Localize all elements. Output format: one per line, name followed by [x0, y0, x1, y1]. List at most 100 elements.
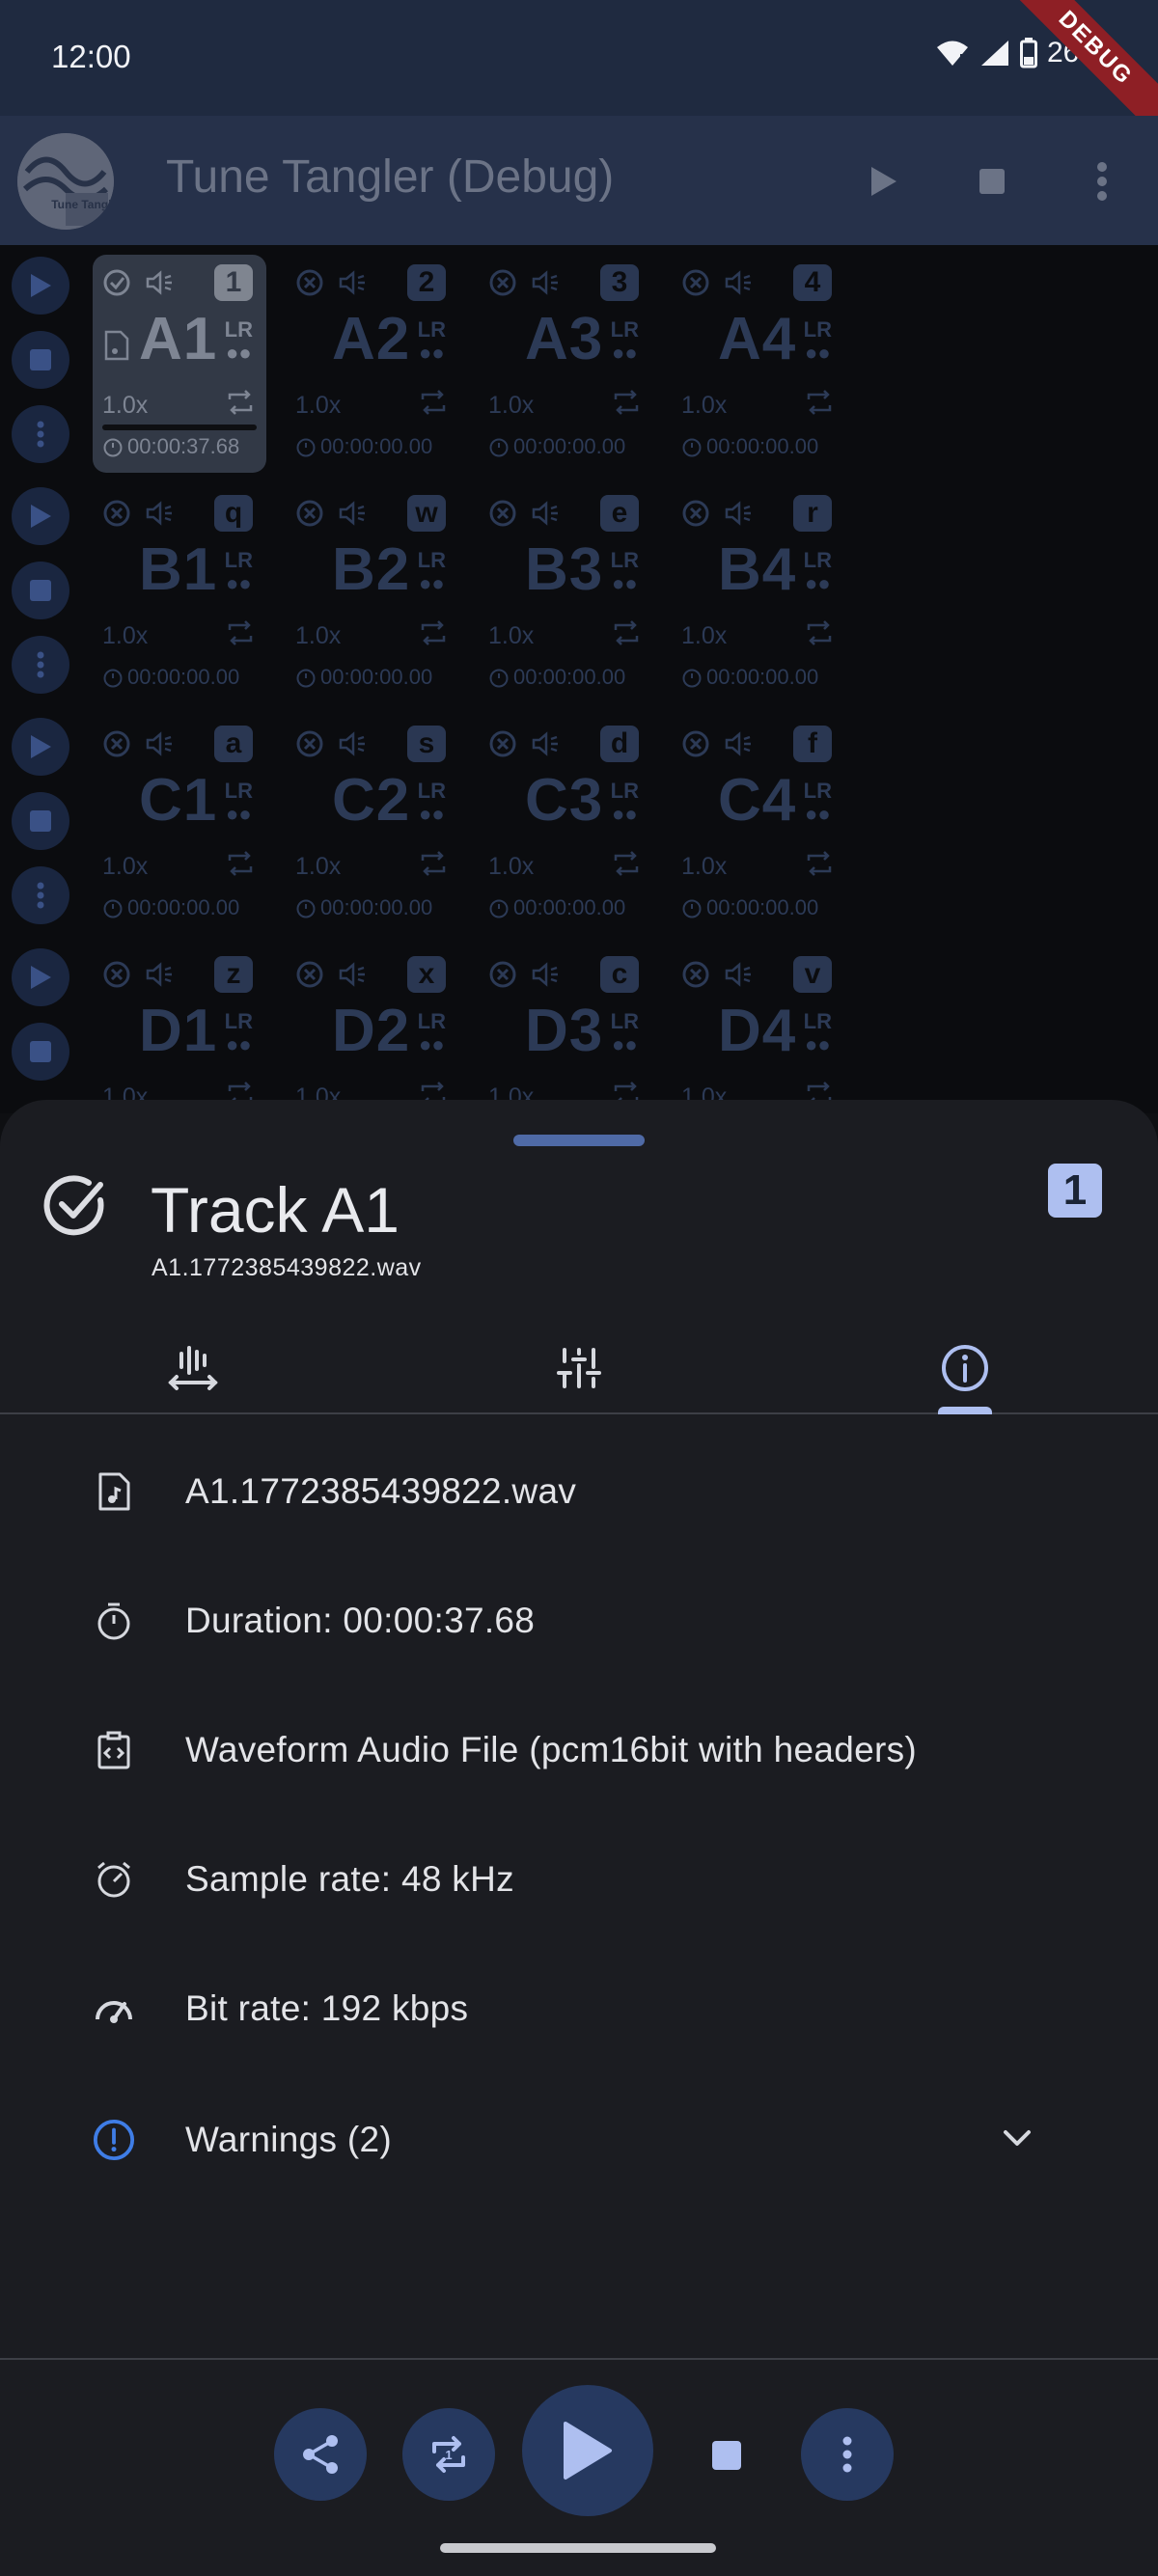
track-cell[interactable]: 4 A4 LR ●● 1.0x 00:00:00.00 — [672, 255, 845, 473]
track-cell[interactable]: 3 A3 LR ●● 1.0x 00:00:00.00 — [479, 255, 652, 473]
unchecked-circle-icon[interactable] — [488, 268, 517, 297]
volume-icon[interactable] — [724, 729, 755, 758]
track-cell[interactable]: r B4 LR ●● 1.0x 00:00:00.00 — [672, 485, 845, 703]
row-stop-button[interactable] — [12, 562, 69, 619]
cell-channel-label[interactable]: LR ●● — [225, 549, 253, 595]
unchecked-circle-icon[interactable] — [681, 268, 710, 297]
overflow-menu-button[interactable] — [1075, 154, 1129, 208]
volume-icon[interactable] — [145, 499, 176, 528]
cell-channel-label[interactable]: LR ●● — [225, 1010, 253, 1056]
track-cell[interactable]: d C3 LR ●● 1.0x 00:00:00.00 — [479, 716, 652, 934]
row-stop-button[interactable] — [12, 331, 69, 389]
track-cell[interactable]: c D3 LR ●● 1.0x — [479, 946, 652, 1113]
share-button[interactable] — [274, 2408, 367, 2501]
loop-icon[interactable] — [805, 620, 834, 650]
unchecked-circle-icon[interactable] — [102, 729, 131, 758]
tab-info[interactable] — [772, 1322, 1158, 1414]
volume-icon[interactable] — [531, 729, 562, 758]
loop-icon[interactable] — [612, 851, 641, 881]
volume-icon[interactable] — [145, 729, 176, 758]
loop-icon[interactable] — [419, 851, 448, 881]
row-stop-button[interactable] — [12, 1023, 69, 1081]
loop-icon[interactable] — [612, 620, 641, 650]
cell-channel-label[interactable]: LR ●● — [611, 318, 639, 365]
track-cell[interactable]: a C1 LR ●● 1.0x 00:00:00.00 — [93, 716, 266, 934]
loop-icon[interactable] — [805, 390, 834, 420]
row-stop-button[interactable] — [12, 792, 69, 850]
unchecked-circle-icon[interactable] — [295, 729, 324, 758]
cell-channel-label[interactable]: LR ●● — [804, 318, 832, 365]
unchecked-circle-icon[interactable] — [488, 729, 517, 758]
track-cell[interactable]: f C4 LR ●● 1.0x 00:00:00.00 — [672, 716, 845, 934]
loop-icon[interactable] — [419, 620, 448, 650]
cell-channel-label[interactable]: LR ●● — [611, 780, 639, 826]
volume-icon[interactable] — [338, 960, 369, 989]
track-cell[interactable]: e B3 LR ●● 1.0x 00:00:00.00 — [479, 485, 652, 703]
volume-icon[interactable] — [338, 499, 369, 528]
unchecked-circle-icon[interactable] — [681, 960, 710, 989]
cell-channel-label[interactable]: LR ●● — [804, 549, 832, 595]
volume-icon[interactable] — [724, 499, 755, 528]
cell-channel-label[interactable]: LR ●● — [418, 549, 446, 595]
unchecked-circle-icon[interactable] — [295, 499, 324, 528]
cell-channel-label[interactable]: LR ●● — [804, 780, 832, 826]
track-cell[interactable]: w B2 LR ●● 1.0x 00:00:00.00 — [286, 485, 459, 703]
loop-icon[interactable] — [226, 851, 255, 881]
warnings-expander[interactable]: Warnings (2) — [0, 2101, 1158, 2179]
cell-channel-label[interactable]: LR ●● — [804, 1010, 832, 1056]
track-cell[interactable]: 1 A1 LR ●● 1.0x 00:00:37.68 — [93, 255, 266, 473]
volume-icon[interactable] — [724, 268, 755, 297]
track-cell[interactable]: x D2 LR ●● 1.0x — [286, 946, 459, 1113]
repeat-one-button[interactable]: 1 — [402, 2408, 495, 2501]
row-menu-button[interactable] — [12, 866, 69, 924]
track-selected-check[interactable] — [41, 1171, 110, 1246]
unchecked-circle-icon[interactable] — [102, 499, 131, 528]
volume-icon[interactable] — [145, 960, 176, 989]
row-play-button[interactable] — [12, 257, 69, 315]
row-play-button[interactable] — [12, 487, 69, 545]
track-cell[interactable]: 2 A2 LR ●● 1.0x 00:00:00.00 — [286, 255, 459, 473]
stop-button[interactable] — [712, 2441, 741, 2470]
loop-icon[interactable] — [226, 390, 255, 420]
cell-channel-label[interactable]: LR ●● — [418, 780, 446, 826]
volume-icon[interactable] — [338, 729, 369, 758]
volume-icon[interactable] — [531, 268, 562, 297]
more-options-button[interactable] — [801, 2408, 894, 2501]
cell-channel-label[interactable]: LR ●● — [418, 1010, 446, 1056]
play-all-button[interactable] — [857, 154, 911, 208]
tab-trim[interactable] — [0, 1322, 386, 1414]
unchecked-circle-icon[interactable] — [102, 960, 131, 989]
unchecked-circle-icon[interactable] — [295, 960, 324, 989]
unchecked-circle-icon[interactable] — [488, 499, 517, 528]
track-cell[interactable]: v D4 LR ●● 1.0x — [672, 946, 845, 1113]
stop-all-button[interactable] — [965, 154, 1019, 208]
track-cell[interactable]: z D1 LR ●● 1.0x — [93, 946, 266, 1113]
tab-effects[interactable] — [386, 1322, 772, 1414]
play-button[interactable] — [522, 2385, 653, 2516]
cell-channel-label[interactable]: LR ●● — [418, 318, 446, 365]
row-menu-button[interactable] — [12, 405, 69, 463]
unchecked-circle-icon[interactable] — [681, 729, 710, 758]
row-play-button[interactable] — [12, 718, 69, 776]
track-cell[interactable]: s C2 LR ●● 1.0x 00:00:00.00 — [286, 716, 459, 934]
unchecked-circle-icon[interactable] — [488, 960, 517, 989]
chevron-down-icon[interactable] — [1000, 2126, 1034, 2154]
gesture-navigation-bar[interactable] — [440, 2543, 716, 2553]
row-menu-button[interactable] — [12, 636, 69, 694]
unchecked-circle-icon[interactable] — [295, 268, 324, 297]
volume-icon[interactable] — [338, 268, 369, 297]
loop-icon[interactable] — [226, 620, 255, 650]
track-cell[interactable]: q B1 LR ●● 1.0x 00:00:00.00 — [93, 485, 266, 703]
row-play-button[interactable] — [12, 948, 69, 1006]
cell-channel-label[interactable]: LR ●● — [225, 318, 253, 365]
loop-icon[interactable] — [419, 390, 448, 420]
cell-channel-label[interactable]: LR ●● — [225, 780, 253, 826]
volume-icon[interactable] — [531, 499, 562, 528]
loop-icon[interactable] — [805, 851, 834, 881]
loop-icon[interactable] — [612, 390, 641, 420]
volume-icon[interactable] — [145, 268, 176, 297]
volume-icon[interactable] — [531, 960, 562, 989]
volume-icon[interactable] — [724, 960, 755, 989]
sheet-drag-handle[interactable] — [513, 1135, 645, 1146]
cell-channel-label[interactable]: LR ●● — [611, 549, 639, 595]
